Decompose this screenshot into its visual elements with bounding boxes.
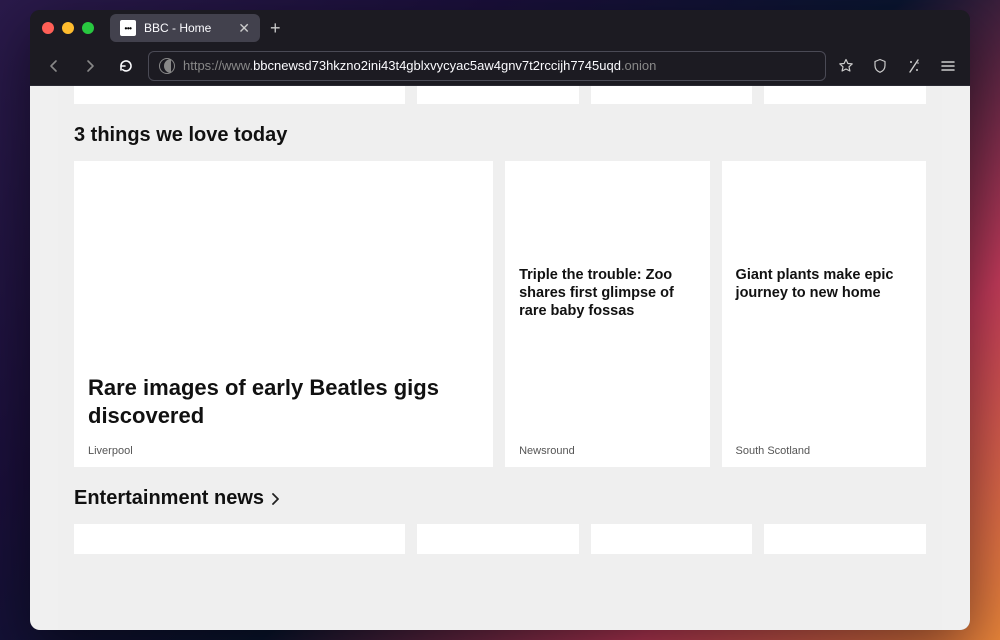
- chevron-right-icon: [270, 493, 280, 505]
- article-image: [722, 161, 926, 256]
- tab-title: BBC - Home: [144, 21, 230, 35]
- next-cards-row: [74, 524, 926, 554]
- browser-tab[interactable]: ••• BBC - Home ✕: [110, 14, 260, 42]
- new-tab-button[interactable]: +: [270, 18, 281, 39]
- titlebar: ••• BBC - Home ✕ +: [30, 10, 970, 46]
- url-suffix: .onion: [621, 58, 656, 73]
- article-category[interactable]: Liverpool: [74, 439, 493, 467]
- article-headline: Rare images of early Beatles gigs discov…: [88, 374, 479, 429]
- card-peek[interactable]: [591, 524, 753, 554]
- card-peek[interactable]: [764, 86, 926, 104]
- article-card-hero[interactable]: Rare images of early Beatles gigs discov…: [74, 161, 493, 467]
- previous-cards-row: [74, 86, 926, 104]
- article-headline: Giant plants make epic journey to new ho…: [736, 266, 912, 302]
- onion-site-icon: [159, 58, 175, 74]
- card-peek[interactable]: [417, 86, 579, 104]
- forward-button[interactable]: [76, 52, 104, 80]
- url-prefix: https://www.: [183, 58, 253, 73]
- cards-row: Rare images of early Beatles gigs discov…: [74, 161, 926, 467]
- card-peek[interactable]: [74, 86, 405, 104]
- card-peek[interactable]: [764, 524, 926, 554]
- toolbar-icons: [834, 54, 960, 78]
- sparkle-icon[interactable]: [902, 54, 926, 78]
- bookmark-icon[interactable]: [834, 54, 858, 78]
- url-bar[interactable]: https://www.bbcnewsd73hkzno2ini43t4gblxv…: [148, 51, 826, 81]
- article-headline: Triple the trouble: Zoo shares first gli…: [519, 266, 695, 320]
- tab-favicon-icon: •••: [120, 20, 136, 36]
- section-title-love-today: 3 things we love today: [74, 124, 926, 147]
- url-host: bbcnewsd73hkzno2ini43t4gblxvycyac5aw4gnv…: [253, 58, 621, 73]
- card-peek[interactable]: [74, 524, 405, 554]
- section-title-text: 3 things we love today: [74, 124, 287, 147]
- browser-window: ••• BBC - Home ✕ + https://www.bbcnewsd7…: [30, 10, 970, 630]
- url-text: https://www.bbcnewsd73hkzno2ini43t4gblxv…: [183, 58, 815, 73]
- traffic-lights: [42, 22, 94, 34]
- shield-icon[interactable]: [868, 54, 892, 78]
- maximize-window-button[interactable]: [82, 22, 94, 34]
- minimize-window-button[interactable]: [62, 22, 74, 34]
- toolbar: https://www.bbcnewsd73hkzno2ini43t4gblxv…: [30, 46, 970, 86]
- article-image: [74, 161, 493, 364]
- section-title-text: Entertainment news: [74, 487, 264, 510]
- section-title-entertainment[interactable]: Entertainment news: [74, 487, 926, 510]
- article-image: [505, 161, 709, 256]
- article-card[interactable]: Triple the trouble: Zoo shares first gli…: [505, 161, 709, 467]
- close-window-button[interactable]: [42, 22, 54, 34]
- article-category[interactable]: Newsround: [505, 439, 709, 467]
- page[interactable]: 3 things we love today Rare images of ea…: [58, 86, 942, 630]
- back-button[interactable]: [40, 52, 68, 80]
- card-peek[interactable]: [417, 524, 579, 554]
- tab-close-button[interactable]: ✕: [238, 21, 250, 35]
- reload-button[interactable]: [112, 52, 140, 80]
- article-card[interactable]: Giant plants make epic journey to new ho…: [722, 161, 926, 467]
- menu-icon[interactable]: [936, 54, 960, 78]
- page-content: 3 things we love today Rare images of ea…: [30, 86, 970, 630]
- card-peek[interactable]: [591, 86, 753, 104]
- article-category[interactable]: South Scotland: [722, 439, 926, 467]
